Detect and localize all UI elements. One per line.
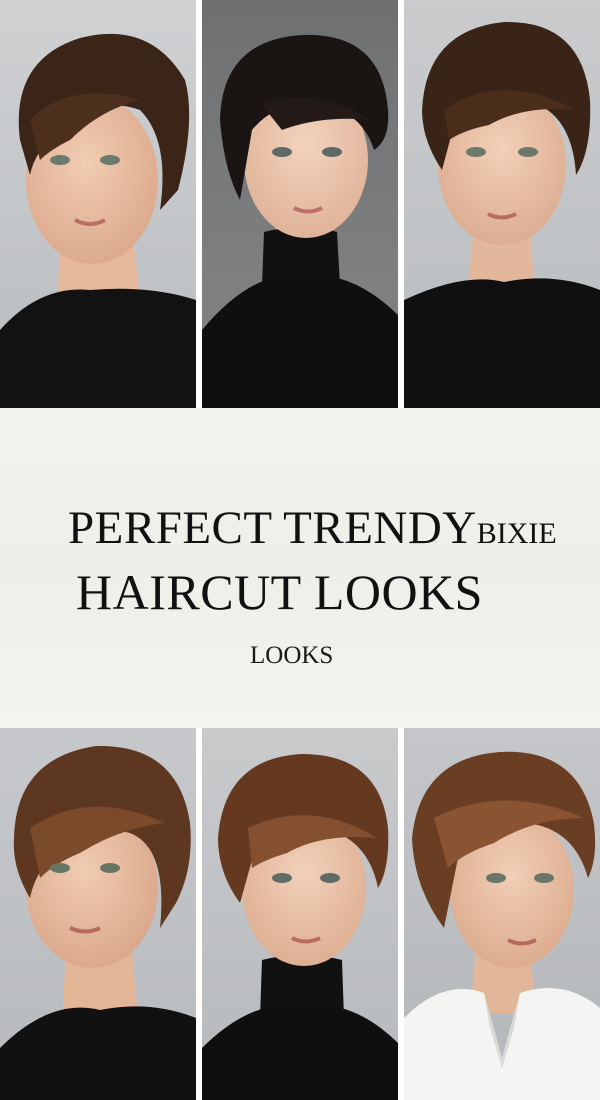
portrait-bottom-left-illustration	[0, 728, 196, 1100]
portrait-bottom-middle	[202, 728, 398, 1100]
title-line-2: HAIRCUT LOOKS	[76, 564, 483, 620]
portrait-bottom-right-illustration	[404, 728, 600, 1100]
bottom-photo-row	[0, 728, 600, 1100]
portrait-top-left	[0, 0, 196, 408]
portrait-bottom-right	[404, 728, 600, 1100]
portrait-top-left-illustration	[0, 0, 196, 408]
portrait-top-right-illustration	[404, 0, 600, 408]
portrait-top-right	[404, 0, 600, 408]
portrait-top-middle-illustration	[202, 0, 398, 408]
title-line-1-main: PERFECT TRENDY	[68, 502, 477, 554]
title-line-1: PERFECT TRENDYBIXIE	[68, 500, 557, 562]
portrait-top-middle	[202, 0, 398, 408]
portrait-bottom-middle-illustration	[202, 728, 398, 1100]
portrait-bottom-left	[0, 728, 196, 1100]
top-photo-row	[0, 0, 600, 408]
title-line-3: LOOKS	[250, 642, 334, 669]
title-panel: PERFECT TRENDYBIXIE HAIRCUT LOOKS LOOKS	[0, 408, 600, 728]
pin-image: PERFECT TRENDYBIXIE HAIRCUT LOOKS LOOKS	[0, 0, 600, 1100]
title-line-1-overflow: BIXIE	[476, 517, 557, 550]
